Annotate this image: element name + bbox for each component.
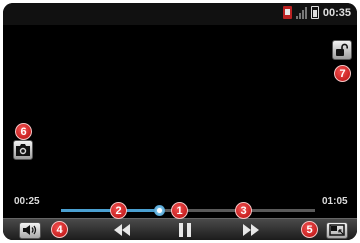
signal-icon <box>295 6 307 19</box>
battery-icon <box>310 6 319 19</box>
rewind-icon <box>114 224 130 236</box>
callout-badge-5: 5 <box>301 221 318 238</box>
pause-icon <box>179 223 191 237</box>
volume-button[interactable] <box>17 219 43 240</box>
callout-badge-3: 3 <box>235 202 252 219</box>
rewind-button[interactable] <box>110 219 134 240</box>
speaker-icon <box>23 225 37 235</box>
fullscreen-button[interactable] <box>324 219 350 240</box>
resize-screen-icon <box>329 224 345 236</box>
current-time: 00:25 <box>14 196 40 207</box>
callout-badge-6: 6 <box>15 123 32 140</box>
video-player-screen: 00:35 00:25 01:05 1 2 3 4 5 6 7 <box>3 3 357 240</box>
unlock-icon <box>336 43 348 56</box>
status-clock: 00:35 <box>322 6 351 19</box>
callout-badge-2: 2 <box>110 202 127 219</box>
callout-badge-4: 4 <box>51 221 68 238</box>
play-pause-button[interactable] <box>175 219 195 240</box>
callout-badge-1: 1 <box>171 202 188 219</box>
status-bar: 00:35 <box>3 3 357 25</box>
capture-button[interactable] <box>13 140 33 160</box>
total-time: 01:05 <box>322 196 348 207</box>
lock-button[interactable] <box>332 40 352 60</box>
fast-forward-icon <box>243 224 259 236</box>
status-icons: 00:35 <box>282 6 351 19</box>
camera-capture-icon <box>16 144 30 156</box>
callout-badge-7: 7 <box>334 65 351 82</box>
fast-forward-button[interactable] <box>239 219 263 240</box>
progress-thumb[interactable] <box>153 205 165 216</box>
progress-bar[interactable] <box>61 205 315 216</box>
sim-icon <box>282 6 292 19</box>
